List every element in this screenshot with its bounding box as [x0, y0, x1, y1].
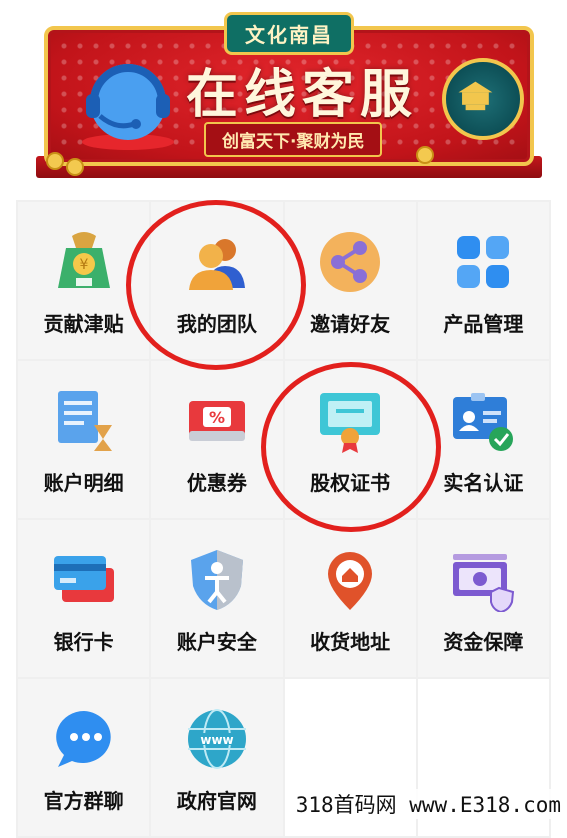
menu-item-label: 邀请好友 — [310, 312, 391, 336]
menu-item-label: 账户明细 — [43, 471, 124, 495]
menu-item-coupon[interactable]: % 优惠券 — [151, 361, 283, 518]
svg-text:¥: ¥ — [79, 257, 88, 273]
headset-icon — [82, 64, 174, 150]
team-icon — [188, 239, 245, 290]
menu-item-label: 实名认证 — [443, 471, 524, 495]
menu-item-label: 我的团队 — [176, 312, 257, 336]
svg-text:%: % — [209, 408, 225, 427]
banknote-shield-icon — [453, 554, 515, 612]
certificate-icon — [320, 393, 381, 453]
coin-icon — [416, 146, 434, 164]
menu-item-product-management[interactable]: 产品管理 — [417, 202, 549, 359]
menu-item-contribution-allowance[interactable]: ¥ 贡献津贴 — [18, 202, 150, 359]
emblem-icon — [442, 58, 524, 140]
menu-item-equity-certificate[interactable]: 股权证书 — [284, 361, 416, 518]
menu-item-label: 收货地址 — [310, 630, 391, 654]
banner-slogan: 创富天下·聚财为民 — [204, 122, 383, 157]
menu-item-label: 股权证书 — [310, 471, 391, 495]
menu-item-government-website[interactable]: www 政府官网 — [151, 679, 283, 836]
menu-item-account-security[interactable]: 账户安全 — [151, 520, 283, 677]
menu-item-label: 账户安全 — [176, 630, 257, 654]
chat-bubble-icon — [55, 711, 111, 767]
banner-title: 在线客服 — [186, 65, 419, 125]
grid-apps-icon — [457, 236, 510, 288]
menu-item-label: 资金保障 — [443, 630, 524, 654]
watermark: 318首码网 www.E318.com — [293, 789, 563, 819]
share-icon — [320, 232, 381, 292]
menu-item-label: 产品管理 — [443, 312, 524, 336]
coin-icon — [66, 158, 84, 176]
location-home-icon — [328, 552, 373, 610]
ledger-hourglass-icon — [57, 391, 112, 451]
menu-item-shipping-address[interactable]: 收货地址 — [284, 520, 416, 677]
menu-item-label: 贡献津贴 — [43, 312, 124, 336]
bank-card-icon — [53, 556, 114, 602]
menu-item-invite-friends[interactable]: 邀请好友 — [284, 202, 416, 359]
menu-item-real-name-auth[interactable]: 实名认证 — [417, 361, 549, 518]
shield-user-icon — [190, 550, 243, 610]
coupon-icon: % — [188, 401, 245, 441]
menu-item-label: 优惠券 — [186, 471, 247, 495]
menu-item-account-details[interactable]: 账户明细 — [18, 361, 150, 518]
menu-grid: ¥ 贡献津贴 我的团队 邀请好友 产品管理 账户明细 % 优惠券 股权证书 实名… — [16, 200, 551, 838]
coin-icon — [46, 152, 64, 170]
menu-item-fund-protection[interactable]: 资金保障 — [417, 520, 549, 677]
menu-item-bank-card[interactable]: 银行卡 — [18, 520, 150, 677]
menu-item-label: 官方群聊 — [43, 789, 124, 813]
id-verified-icon — [453, 393, 514, 451]
menu-item-official-group-chat[interactable]: 官方群聊 — [18, 679, 150, 836]
menu-item-my-team[interactable]: 我的团队 — [151, 202, 283, 359]
money-bag-icon: ¥ — [57, 232, 110, 288]
www-globe-icon: www — [187, 709, 246, 769]
customer-service-banner[interactable]: 文化南昌 在线客服 创富天下·聚财为民 — [36, 6, 542, 178]
svg-text:www: www — [200, 733, 233, 747]
menu-item-label: 银行卡 — [53, 630, 114, 654]
menu-item-label: 政府官网 — [176, 789, 257, 813]
banner-tag: 文化南昌 — [224, 12, 354, 55]
